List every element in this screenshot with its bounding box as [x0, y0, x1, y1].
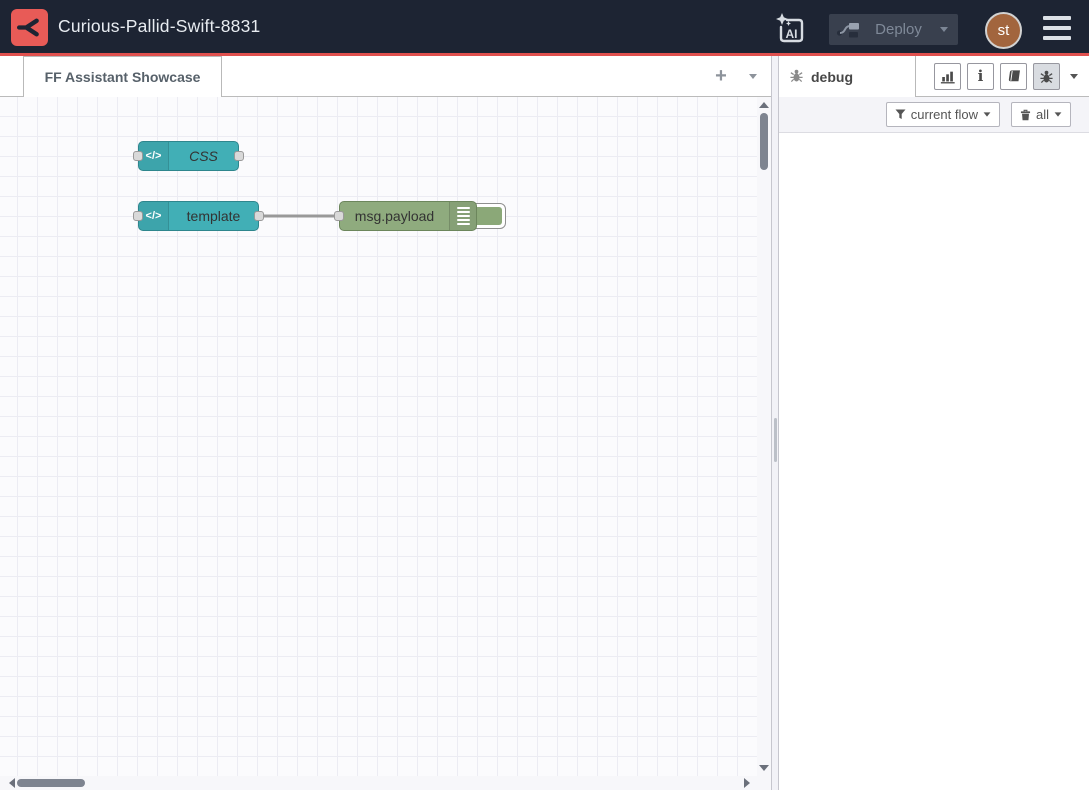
hamburger-bar	[1043, 26, 1071, 30]
add-flow-button[interactable]: +	[705, 56, 737, 96]
header: Curious-Pallid-Swift-8831 AI Deploy	[0, 0, 1089, 56]
chevron-down-icon	[984, 112, 991, 116]
trash-icon	[1020, 109, 1031, 121]
bug-icon	[789, 68, 804, 86]
node-label: msg.payload	[340, 202, 449, 230]
chevron-down-icon	[749, 74, 757, 79]
filter-icon	[895, 109, 906, 120]
deploy-label: Deploy	[867, 21, 930, 38]
debug-messages-panel[interactable]	[779, 133, 1089, 790]
node-red-editor: Curious-Pallid-Swift-8831 AI Deploy	[0, 0, 1089, 790]
sidebar-tab-bar: debug i	[779, 56, 1089, 97]
flow-list-button[interactable]	[740, 56, 766, 96]
scroll-up-arrow[interactable]	[759, 102, 769, 108]
debug-filter-toolbar: current flow all	[779, 97, 1089, 133]
debug-toggle-state	[474, 207, 502, 225]
deploy-icon	[829, 21, 867, 38]
hamburger-bar	[1043, 16, 1071, 20]
sidebar-tab-debug[interactable]: debug	[779, 56, 916, 97]
help-button[interactable]	[1000, 63, 1027, 90]
user-avatar[interactable]: st	[985, 12, 1022, 49]
node-label: template	[169, 202, 258, 230]
hamburger-bar	[1043, 36, 1071, 40]
debug-filter-label: current flow	[911, 107, 978, 122]
chevron-down-icon	[940, 27, 948, 32]
ai-sparkle-icon: AI	[773, 12, 807, 46]
horizontal-scroll-thumb[interactable]	[17, 779, 85, 787]
svg-text:AI: AI	[786, 27, 798, 41]
workspace-tab-bar: FF Assistant Showcase +	[0, 56, 771, 97]
node-input-port[interactable]	[133, 211, 143, 221]
flow-tab-label: FF Assistant Showcase	[45, 69, 201, 85]
sidebar: debug i	[779, 56, 1089, 790]
node-template-css[interactable]: </> CSS	[138, 141, 239, 171]
scroll-left-arrow[interactable]	[9, 778, 15, 788]
chevron-down-icon	[1070, 74, 1078, 79]
vertical-scrollbar[interactable]	[757, 97, 771, 776]
chevron-down-icon	[1055, 112, 1062, 116]
sidebar-options-button[interactable]	[1066, 56, 1082, 97]
flow-canvas[interactable]: </> CSS </> template msg.payload	[0, 97, 757, 776]
scroll-right-arrow[interactable]	[744, 778, 750, 788]
node-input-port[interactable]	[334, 211, 344, 221]
code-icon: </>	[139, 142, 169, 170]
debug-list-icon	[449, 202, 476, 230]
project-title: Curious-Pallid-Swift-8831	[58, 0, 260, 53]
main-menu-button[interactable]	[1043, 16, 1071, 40]
node-input-port[interactable]	[133, 151, 143, 161]
sidebar-tool-buttons: i	[934, 63, 1060, 90]
plus-icon: +	[715, 65, 727, 88]
node-output-port[interactable]	[254, 211, 264, 221]
debug-sidebar-button[interactable]	[1033, 63, 1060, 90]
info-button[interactable]: i	[967, 63, 994, 90]
sidebar-tab-label: debug	[811, 69, 853, 85]
code-icon: </>	[139, 202, 169, 230]
flowfuse-logo-icon[interactable]	[11, 9, 48, 46]
node-label: CSS	[169, 142, 238, 170]
bug-icon	[1039, 69, 1054, 84]
deploy-button[interactable]: Deploy	[829, 14, 958, 45]
resize-grip	[774, 418, 777, 462]
scroll-down-arrow[interactable]	[759, 765, 769, 771]
chart-icon	[940, 69, 956, 85]
debug-clear-label: all	[1036, 107, 1049, 122]
avatar-initials: st	[998, 22, 1010, 39]
debug-filter-button[interactable]: current flow	[886, 102, 1000, 127]
debug-clear-button[interactable]: all	[1011, 102, 1071, 127]
wire-layer	[0, 97, 757, 776]
sidebar-resize-handle[interactable]	[771, 56, 779, 790]
info-icon: i	[978, 69, 984, 84]
dashboard-button[interactable]	[934, 63, 961, 90]
node-debug[interactable]: msg.payload	[339, 201, 477, 231]
node-template[interactable]: </> template	[138, 201, 259, 231]
vertical-scroll-thumb[interactable]	[760, 113, 768, 170]
node-output-port[interactable]	[234, 151, 244, 161]
deploy-options-button[interactable]	[930, 14, 958, 45]
ai-assistant-button[interactable]: AI	[770, 10, 810, 48]
flow-tab[interactable]: FF Assistant Showcase	[23, 56, 222, 97]
book-icon	[1005, 69, 1022, 84]
horizontal-scrollbar[interactable]	[0, 776, 771, 790]
